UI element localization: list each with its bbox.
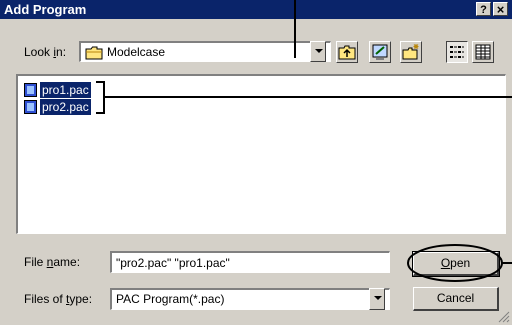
- annotation-bracket-files: [96, 81, 105, 114]
- annotation-circle-open: [407, 244, 503, 282]
- annotation-overlay: [96, 0, 512, 282]
